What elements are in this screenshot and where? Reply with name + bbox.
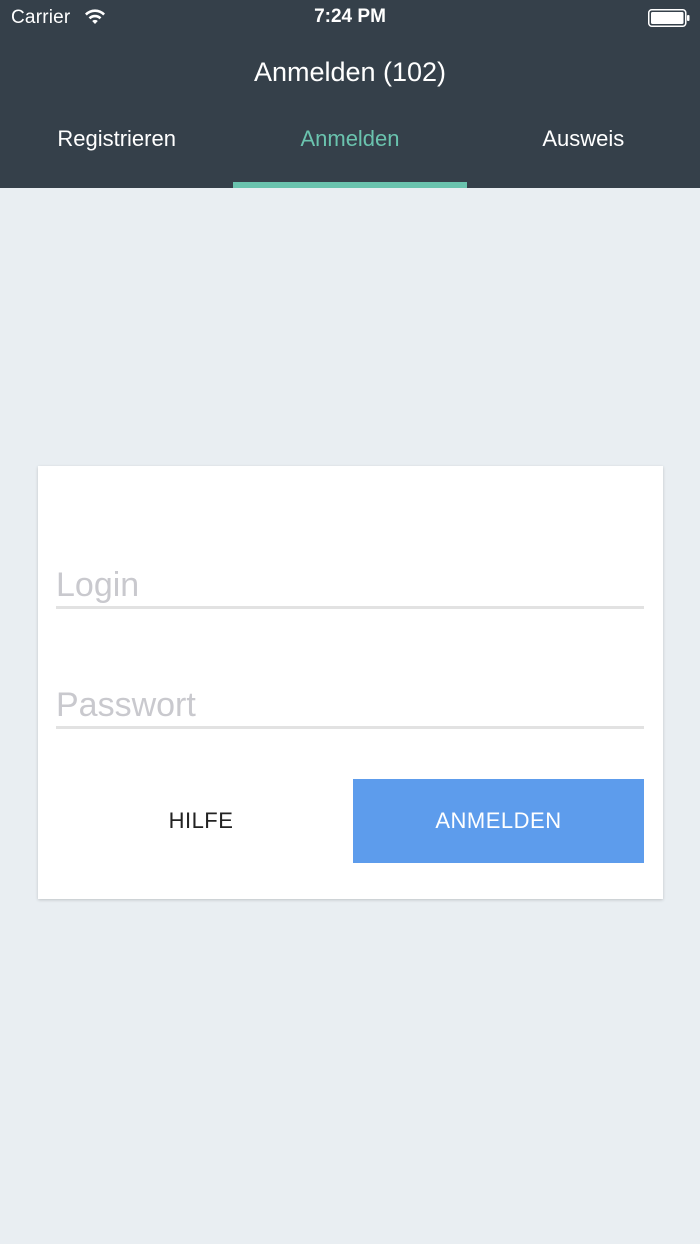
tab-registrieren[interactable]: Registrieren (0, 110, 233, 188)
help-button[interactable]: HILFE (56, 779, 346, 863)
top-bar: Carrier 7:24 PM Anmelden (102) Registrie… (0, 0, 700, 188)
login-card: HILFE ANMELDEN (38, 466, 663, 899)
status-bar: Carrier 7:24 PM (0, 0, 700, 36)
tab-label: Anmelden (300, 126, 400, 151)
battery-icon (648, 9, 690, 27)
status-time: 7:24 PM (314, 6, 386, 27)
password-input[interactable] (56, 684, 644, 729)
login-button[interactable]: ANMELDEN (353, 779, 644, 863)
login-input[interactable] (56, 564, 644, 609)
tab-anmelden[interactable]: Anmelden (233, 110, 467, 188)
tab-label: Registrieren (57, 126, 176, 151)
tab-ausweis[interactable]: Ausweis (467, 110, 700, 188)
tab-label: Ausweis (542, 126, 625, 151)
page-title: Anmelden (102) (253, 57, 447, 87)
active-tab-indicator (233, 182, 467, 188)
tab-bar: Registrieren Anmelden Ausweis (0, 110, 700, 188)
